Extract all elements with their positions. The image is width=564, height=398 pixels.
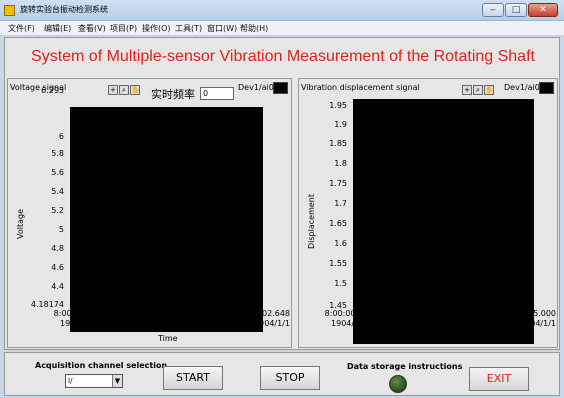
y-tick: 5.2 xyxy=(51,206,64,215)
y-tick: 1.95 xyxy=(329,101,347,110)
window-title: 旋转实验台振动检测系统 xyxy=(20,5,108,14)
storage-indicator-led xyxy=(389,375,407,393)
x-tick-end-time: 8:00:05.000 xyxy=(507,309,556,318)
y-tick: 4.18174 xyxy=(30,300,64,309)
y-tick: 4.4 xyxy=(51,282,64,291)
displacement-graph: Vibration displacement signal + ⌕ ✋ Dev1… xyxy=(298,78,558,348)
plot-legend-icon[interactable] xyxy=(273,82,288,94)
x-tick-start-date: 1904/1/1 xyxy=(331,319,367,328)
menu-tools[interactable]: 工具(T) xyxy=(175,23,202,34)
x-tick-start: 8:00:00.000 1904/1/1 xyxy=(319,309,379,329)
y-tick: 5.8 xyxy=(51,149,64,158)
app-icon xyxy=(4,5,15,16)
x-tick-start-time: 8:00:00.000 xyxy=(53,309,103,318)
close-button[interactable]: ✕ xyxy=(528,3,558,17)
channel-value: I/ xyxy=(68,377,73,385)
y-tick: 1.75 xyxy=(329,179,347,188)
y-tick: 1.9 xyxy=(334,120,347,129)
y-tick: 6 xyxy=(58,132,64,141)
displacement-graph-tools: + ⌕ ✋ xyxy=(462,85,494,97)
x-tick-end-date: 1904/1/1 xyxy=(520,319,556,328)
control-bar: Acquisition channel selection I/ ▼ START… xyxy=(4,352,560,396)
displacement-device-label: Dev1/ai0 xyxy=(504,83,540,92)
displacement-graph-title: Vibration displacement signal xyxy=(301,83,420,92)
y-tick: 5 xyxy=(58,225,64,234)
zoom-tool-icon[interactable]: ⌕ xyxy=(473,85,483,95)
y-tick: 5.4 xyxy=(51,187,64,196)
x-tick-start: 8:00:00.000 1904/1/1 xyxy=(48,309,108,329)
displacement-plot-area[interactable] xyxy=(353,99,534,344)
pan-tool-icon[interactable]: ✋ xyxy=(130,85,140,95)
stop-button[interactable]: STOP xyxy=(260,366,320,390)
y-tick: 1.65 xyxy=(329,219,347,228)
x-tick-start-time: 8:00:00.000 xyxy=(324,309,374,318)
title-bar: 旋转实验台振动检测系统 ‒ □ ✕ xyxy=(0,0,564,21)
y-tick: 1.6 xyxy=(334,239,347,248)
channel-label: Acquisition channel selection xyxy=(35,361,168,370)
x-tick-end-time: 8:00:02.648 xyxy=(241,309,290,318)
y-tick: 1.55 xyxy=(329,259,347,268)
freq-label: 实时频率 xyxy=(151,88,195,101)
freq-input[interactable]: 0 xyxy=(200,87,234,100)
chevron-down-icon[interactable]: ▼ xyxy=(112,375,122,387)
menu-edit[interactable]: 编辑(E) xyxy=(44,23,71,34)
y-tick: 4.6 xyxy=(51,263,64,272)
page-title: System of Multiple-sensor Vibration Meas… xyxy=(31,48,535,65)
maximize-button[interactable]: □ xyxy=(505,3,527,17)
x-tick-end-date: 1904/1/1 xyxy=(254,319,290,328)
y-tick: 1.5 xyxy=(334,279,347,288)
voltage-plot-area[interactable] xyxy=(70,107,263,332)
channel-select[interactable]: I/ ▼ xyxy=(65,374,123,388)
y-tick: 6.295 xyxy=(41,86,64,95)
start-button[interactable]: START xyxy=(163,366,223,390)
y-tick: 5.6 xyxy=(51,168,64,177)
pan-tool-icon[interactable]: ✋ xyxy=(484,85,494,95)
menu-project[interactable]: 项目(P) xyxy=(110,23,137,34)
menu-file[interactable]: 文件(F) xyxy=(8,23,35,34)
displacement-x-axis-label: Time xyxy=(429,330,449,339)
menu-view[interactable]: 查看(V) xyxy=(78,23,106,34)
menu-window[interactable]: 窗口(W) xyxy=(207,23,237,34)
voltage-x-axis-label: Time xyxy=(158,334,178,343)
cursor-tool-icon[interactable]: + xyxy=(462,85,472,95)
y-tick: 1.7 xyxy=(334,199,347,208)
voltage-graph: Voltage signal + ⌕ ✋ 实时频率 0 Dev1/ai0 6.2… xyxy=(7,78,292,348)
x-tick-end: 8:00:02.648 1904/1/1 xyxy=(230,309,290,329)
main-panel: System of Multiple-sensor Vibration Meas… xyxy=(4,37,560,350)
storage-label: Data storage instructions xyxy=(347,362,463,371)
menu-bar: 文件(F) 编辑(E) 查看(V) 项目(P) 操作(O) 工具(T) 窗口(W… xyxy=(0,21,564,36)
exit-button[interactable]: EXIT xyxy=(469,367,529,391)
y-tick: 4.8 xyxy=(51,244,64,253)
menu-help[interactable]: 帮助(H) xyxy=(240,23,268,34)
y-tick: 1.85 xyxy=(329,139,347,148)
zoom-tool-icon[interactable]: ⌕ xyxy=(119,85,129,95)
minimize-button[interactable]: ‒ xyxy=(482,3,504,17)
y-tick: 1.8 xyxy=(334,159,347,168)
displacement-axis-label: Displacement xyxy=(307,194,316,249)
menu-operate[interactable]: 操作(O) xyxy=(142,23,171,34)
plot-legend-icon[interactable] xyxy=(539,82,554,94)
cursor-tool-icon[interactable]: + xyxy=(108,85,118,95)
voltage-axis-label: Voltage xyxy=(16,208,25,239)
voltage-device-label: Dev1/ai0 xyxy=(238,83,274,92)
x-tick-end: 8:00:05.000 1904/1/1 xyxy=(496,309,556,329)
voltage-graph-tools: + ⌕ ✋ xyxy=(108,85,140,97)
x-tick-start-date: 1904/1/1 xyxy=(60,319,96,328)
